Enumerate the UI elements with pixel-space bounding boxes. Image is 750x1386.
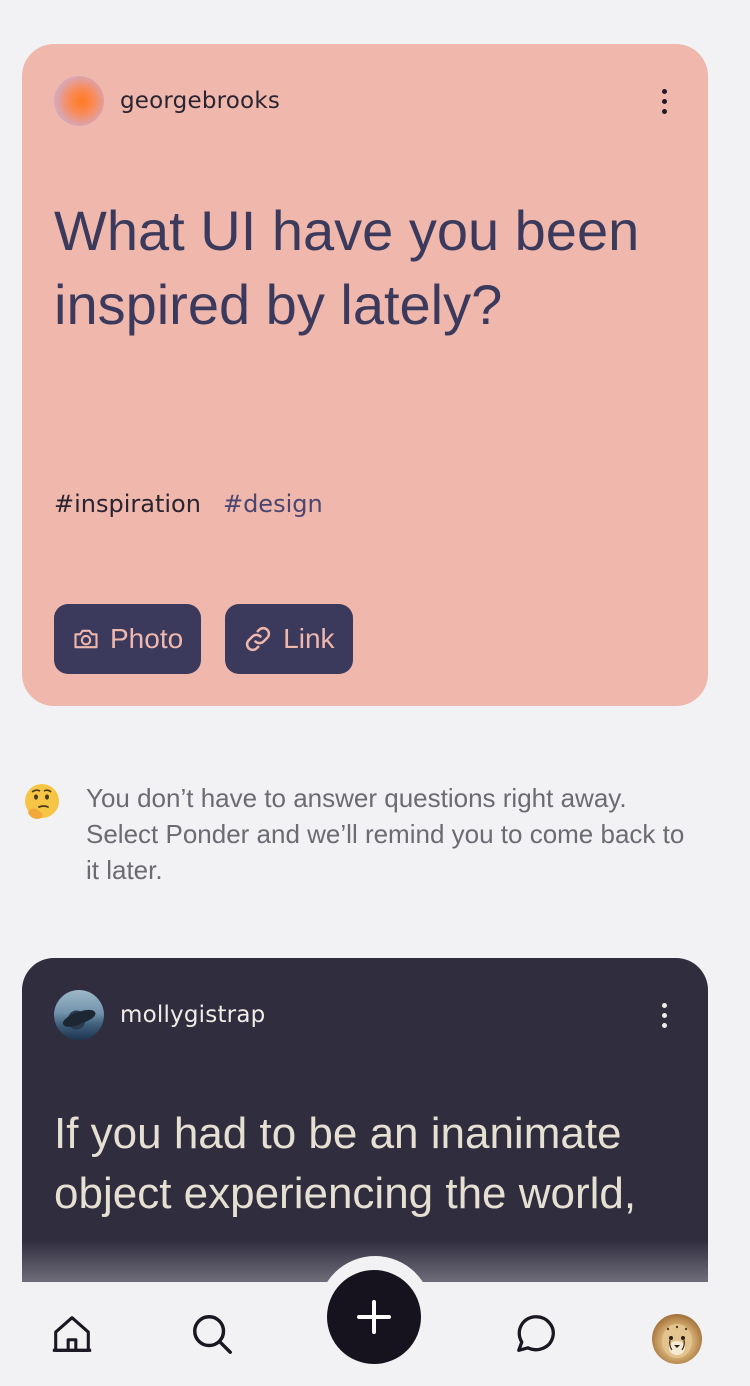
more-dot-icon: [661, 98, 667, 104]
post-card: georgebrooks What UI have you been inspi…: [22, 44, 708, 706]
username[interactable]: mollygistrap: [120, 1002, 265, 1028]
nav-search[interactable]: [188, 1310, 236, 1358]
user-avatar[interactable]: [54, 76, 104, 126]
cheetah-avatar-icon: [662, 1324, 692, 1358]
search-icon: [193, 1315, 232, 1354]
post-header: mollygistrap: [54, 990, 676, 1040]
more-options-button[interactable]: [652, 997, 676, 1033]
ponder-tip: You don’t have to answer questions right…: [22, 780, 702, 888]
more-dot-icon: [661, 1012, 667, 1018]
add-icon: [357, 1300, 391, 1334]
tip-text: You don’t have to answer questions right…: [86, 783, 685, 885]
user-avatar[interactable]: [54, 990, 104, 1040]
nav-messages[interactable]: [512, 1310, 560, 1358]
more-options-button[interactable]: [652, 83, 676, 119]
camera-icon: [74, 629, 98, 649]
more-dot-icon: [661, 108, 667, 114]
link-button[interactable]: Link: [225, 604, 353, 674]
username[interactable]: georgebrooks: [120, 88, 280, 114]
new-post-button[interactable]: [327, 1270, 421, 1364]
link-button-label: Link: [283, 623, 335, 654]
link-icon: [246, 626, 271, 652]
post-header: georgebrooks: [54, 76, 676, 126]
chat-icon: [517, 1315, 555, 1352]
thinking-face-icon: [25, 784, 59, 819]
more-dot-icon: [661, 1002, 667, 1008]
profile-avatar[interactable]: [652, 1314, 702, 1364]
tag-list: #inspiration #design: [54, 490, 323, 518]
home-icon: [52, 1316, 92, 1352]
tag-design[interactable]: #design: [223, 490, 323, 518]
tag-inspiration[interactable]: #inspiration: [54, 490, 201, 518]
more-dot-icon: [661, 1022, 667, 1028]
post-question: If you had to be an inanimate object exp…: [54, 1109, 637, 1218]
photo-button[interactable]: Photo: [54, 604, 202, 674]
nav-home[interactable]: [48, 1310, 96, 1358]
answer-actions: Photo Link: [54, 604, 353, 674]
more-dot-icon: [661, 88, 667, 94]
photo-button-label: Photo: [110, 623, 184, 654]
post-question: What UI have you been inspired by lately…: [54, 199, 640, 336]
